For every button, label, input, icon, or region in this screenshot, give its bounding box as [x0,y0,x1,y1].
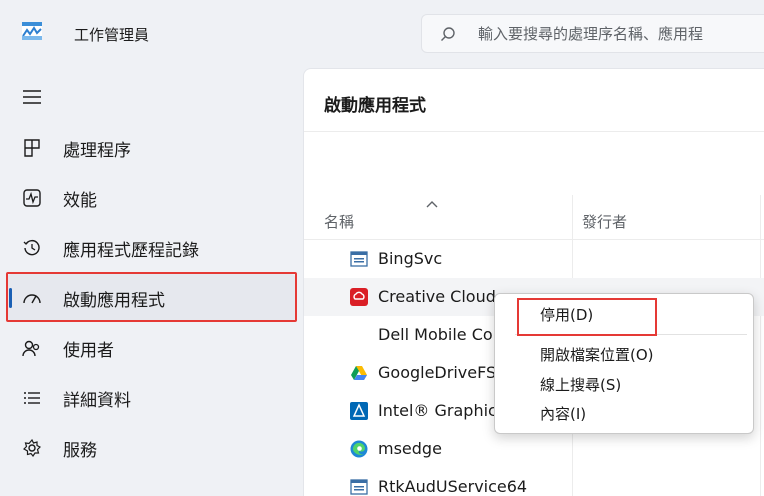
sidebar-item-label: 應用程式歷程記錄 [63,240,199,261]
search-box[interactable] [421,14,764,53]
edge-icon [350,440,368,458]
users-icon [22,338,42,358]
row-name: msedge [378,439,442,458]
sidebar-item-label: 處理程序 [63,140,131,161]
menu-item-search-online[interactable]: 線上搜尋(S) [540,374,621,395]
services-icon [22,438,42,458]
search-input[interactable] [478,24,764,43]
details-icon [22,388,42,408]
table-row[interactable]: msedge [304,430,764,468]
window-app-icon [350,479,368,495]
column-header-publisher[interactable]: 發行者 [582,211,627,232]
google-drive-icon [351,366,367,380]
row-name: BingSvc [378,249,443,268]
menu-item-disable[interactable]: 停用(D) [540,304,593,325]
performance-icon [22,188,42,208]
table-row[interactable]: BingSvc [304,240,764,278]
sidebar-item-label: 詳細資料 [63,390,131,411]
page-title: 啟動應用程式 [324,96,426,116]
sidebar-item-users[interactable]: 使用者 [6,324,296,372]
app-history-icon [22,238,42,258]
sidebar-item-services[interactable]: 服務 [6,424,296,472]
window-title: 工作管理員 [74,26,150,44]
sort-ascending-icon[interactable] [426,200,438,208]
menu-item-open-file-location[interactable]: 開啟檔案位置(O) [540,344,654,365]
intel-graphics-icon [350,402,368,420]
title-divider [304,131,764,132]
sidebar-item-label: 啟動應用程式 [63,290,165,311]
startup-apps-icon [22,288,42,308]
column-header-name[interactable]: 名稱 [324,211,354,232]
sidebar-item-details[interactable]: 詳細資料 [6,374,296,422]
window-app-icon [350,251,368,267]
sidebar-item-label: 服務 [63,440,97,461]
table-row[interactable]: RtkAudUService64 [304,468,764,496]
search-icon [441,26,455,41]
sidebar-item-label: 使用者 [63,340,114,361]
creative-cloud-icon [350,288,368,306]
row-name: RtkAudUService64 [378,477,528,496]
row-name: Dell Mobile Co [378,325,493,344]
row-name: Creative Cloud [378,287,496,306]
hamburger-menu-icon[interactable] [22,88,42,106]
sidebar-item-startup-apps[interactable]: 啟動應用程式 [6,274,296,322]
row-name: Intel® Graphic [378,401,496,420]
menu-item-properties[interactable]: 內容(I) [540,403,586,424]
menu-divider [515,334,747,335]
sidebar-item-app-history[interactable]: 應用程式歷程記錄 [6,224,296,272]
task-manager-app-icon [22,22,42,40]
sidebar-item-performance[interactable]: 效能 [6,174,296,222]
context-menu: 停用(D) 開啟檔案位置(O) 線上搜尋(S) 內容(I) [494,293,754,434]
sidebar-item-label: 效能 [63,190,97,211]
row-name: GoogleDriveFS [378,363,496,382]
sidebar-item-processes[interactable]: 處理程序 [6,124,296,172]
processes-icon [22,138,42,158]
